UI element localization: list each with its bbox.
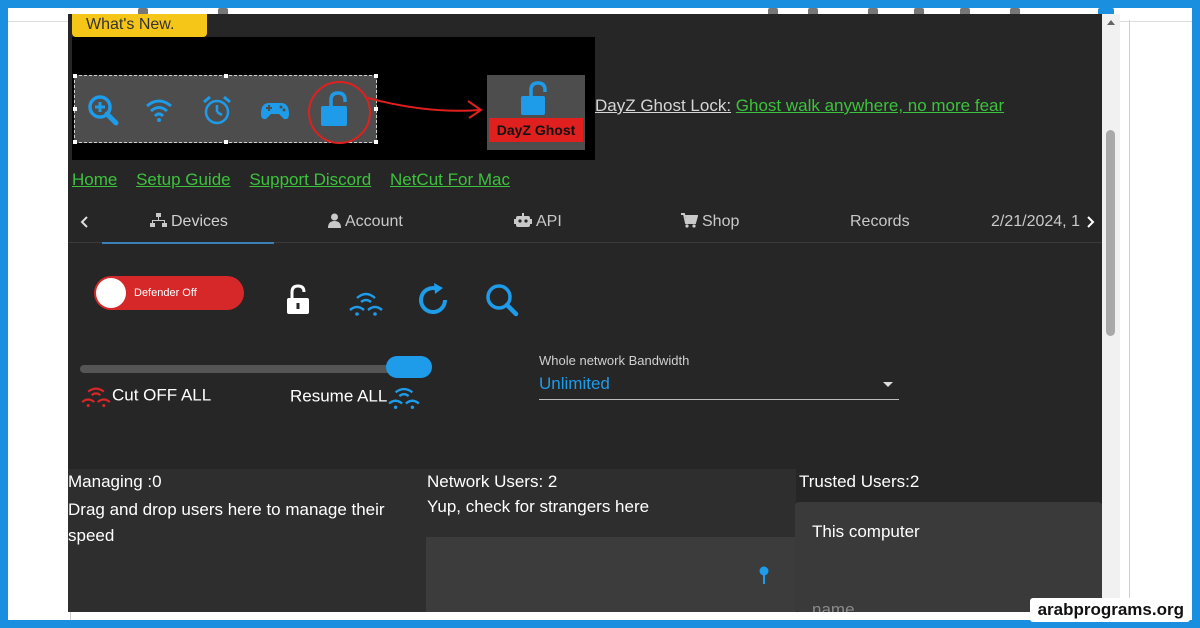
tab-account-label: Account bbox=[345, 213, 403, 230]
dayz-ghost-label: DayZ Ghost bbox=[489, 118, 583, 142]
link-setup-guide[interactable]: Setup Guide bbox=[136, 170, 231, 189]
page-scrollbar[interactable] bbox=[1102, 14, 1120, 612]
link-netcut-for-mac[interactable]: NetCut For Mac bbox=[390, 170, 510, 189]
managing-title: Managing :0 bbox=[68, 472, 162, 491]
trusted-device-card[interactable]: This computer name bbox=[795, 502, 1102, 612]
pin-icon[interactable] bbox=[759, 566, 769, 584]
cut-off-all-button[interactable]: Cut OFF ALL bbox=[80, 383, 211, 409]
tab-shop[interactable]: Shop bbox=[681, 201, 739, 243]
defender-toggle[interactable]: Defender Off bbox=[94, 276, 244, 310]
highlight-circle bbox=[308, 81, 371, 144]
wifi-off-icon bbox=[81, 387, 111, 408]
resume-all-label: Resume ALL bbox=[290, 386, 388, 406]
tab-account[interactable]: Account bbox=[328, 201, 403, 243]
network-users-title: Network Users: 2 bbox=[427, 472, 558, 491]
network-users-description: Yup, check for strangers here bbox=[427, 497, 650, 516]
promo-tail: Ghost walk anywhere, no more fear bbox=[735, 96, 1005, 115]
tab-bar: Devices Account API Shop Records 2/21/20… bbox=[68, 201, 1102, 244]
bandwidth-select[interactable]: Unlimited bbox=[539, 372, 899, 400]
unlock-icon[interactable] bbox=[280, 282, 316, 318]
tab-datetime[interactable]: 2/21/2024, 1 bbox=[991, 201, 1080, 243]
tab-devices[interactable]: Devices bbox=[150, 201, 228, 243]
device-name: This computer bbox=[812, 522, 920, 541]
link-home[interactable]: Home bbox=[72, 170, 117, 189]
device-subtitle: name bbox=[812, 600, 855, 612]
trusted-users-title: Trusted Users:2 bbox=[799, 472, 920, 491]
user-icon bbox=[328, 213, 341, 228]
link-support-discord[interactable]: Support Discord bbox=[249, 170, 371, 189]
bandwidth-slider-track[interactable] bbox=[80, 365, 430, 373]
search-icon[interactable] bbox=[484, 282, 520, 318]
managing-description: Drag and drop users here to manage their… bbox=[68, 500, 385, 545]
toolbar-preview bbox=[73, 74, 378, 144]
network-users-list[interactable] bbox=[426, 537, 796, 612]
refresh-icon[interactable] bbox=[415, 282, 451, 318]
robot-icon bbox=[514, 213, 532, 227]
chevron-right-icon[interactable] bbox=[1085, 215, 1095, 229]
tab-devices-label: Devices bbox=[171, 213, 228, 230]
tab-api-label: API bbox=[536, 213, 562, 230]
bandwidth-slider-thumb[interactable] bbox=[386, 356, 432, 378]
bandwidth-value: Unlimited bbox=[539, 374, 610, 393]
bandwidth-label: Whole network Bandwidth bbox=[539, 353, 690, 368]
arrow-icon bbox=[368, 97, 483, 119]
tab-api[interactable]: API bbox=[514, 201, 562, 243]
netcut-app: What's New. DayZ Ghost DayZ Ghost Lock: … bbox=[68, 14, 1102, 612]
zoom-in-icon bbox=[88, 95, 119, 126]
promo-banner[interactable]: DayZ Ghost bbox=[72, 37, 595, 160]
scrollbar-thumb[interactable] bbox=[1106, 130, 1115, 336]
caret-down-icon bbox=[883, 382, 893, 387]
tab-shop-label: Shop bbox=[702, 213, 740, 230]
gamepad-icon bbox=[261, 103, 289, 120]
alarm-clock-icon bbox=[203, 95, 231, 125]
chevron-left-icon[interactable] bbox=[80, 215, 90, 229]
wifi-group-icon[interactable] bbox=[348, 282, 384, 318]
unlock-icon bbox=[521, 81, 547, 115]
dayz-ghost-button[interactable]: DayZ Ghost bbox=[487, 75, 585, 150]
defender-label: Defender Off bbox=[134, 287, 197, 299]
cart-icon bbox=[681, 213, 699, 228]
dayz-ghost-link[interactable]: DayZ Ghost Lock: Ghost walk anywhere, no… bbox=[595, 96, 1004, 116]
wifi-icon bbox=[146, 99, 172, 122]
toggle-knob bbox=[96, 278, 126, 308]
watermark: arabprograms.org bbox=[1029, 598, 1190, 622]
whats-new-tab[interactable]: What's New. bbox=[72, 14, 207, 37]
scroll-up-icon[interactable] bbox=[1107, 20, 1115, 25]
promo-lead: DayZ Ghost Lock: bbox=[595, 96, 732, 115]
wifi-group-icon bbox=[388, 387, 421, 409]
active-tab-indicator bbox=[102, 242, 274, 244]
nav-links: Home Setup Guide Support Discord NetCut … bbox=[72, 170, 524, 190]
cut-off-all-label: Cut OFF ALL bbox=[112, 385, 212, 405]
resume-all-button[interactable]: Resume ALL bbox=[290, 383, 421, 411]
network-icon bbox=[150, 213, 167, 227]
tab-records[interactable]: Records bbox=[850, 201, 910, 243]
